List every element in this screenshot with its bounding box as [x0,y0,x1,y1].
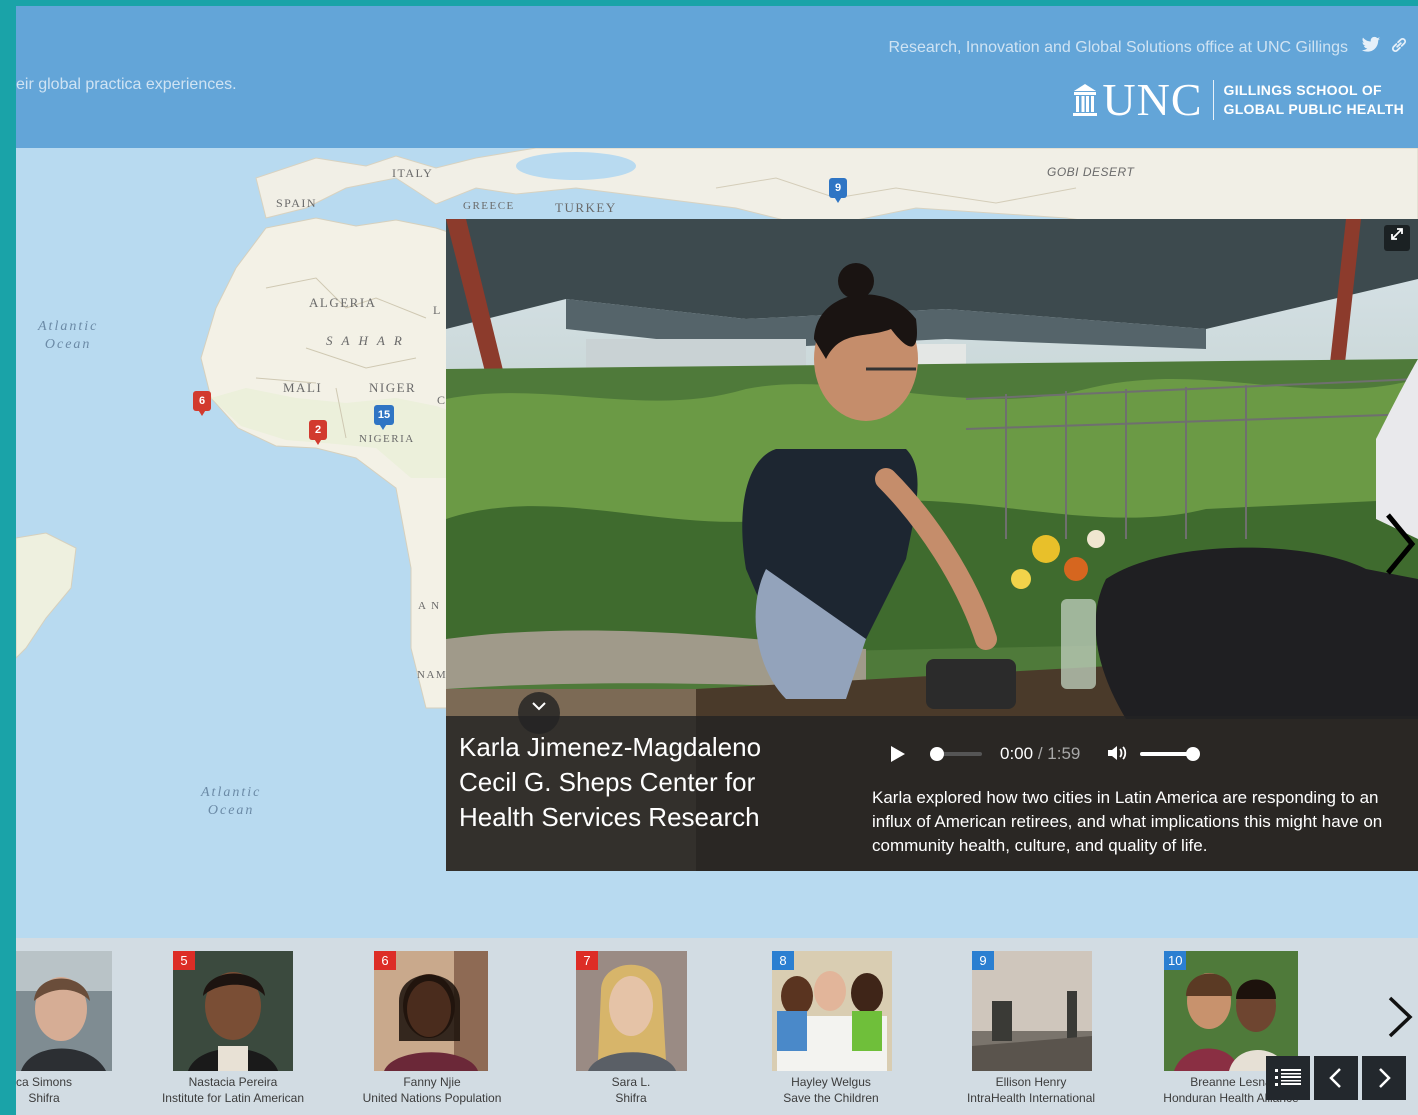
map-label-italy: ITALY [392,166,434,180]
carousel-item[interactable]: ca Simons Shifra [16,951,144,1111]
seek-slider[interactable] [930,747,982,761]
header-org-link[interactable]: Research, Innovation and Global Solution… [888,39,1348,57]
map-pin[interactable]: 6 [193,391,211,417]
map-label-sahara: S A H A R [326,333,405,348]
seek-thumb[interactable] [930,747,944,761]
time-total: 1:59 [1047,744,1081,763]
collapse-caption-button[interactable] [518,692,560,734]
expand-icon[interactable] [1384,225,1410,251]
carousel-item-org: Save the Children [783,1091,879,1105]
chevron-down-icon [531,699,547,717]
ocean-label-north-line1: Atlantic [38,319,99,334]
chevron-right-icon[interactable] [1362,1056,1406,1100]
map-label-mali: MALI [283,380,323,395]
caption-title: Karla Jimenez-Magdaleno Cecil G. Sheps C… [459,730,819,835]
map-pin[interactable]: 2 [309,420,327,446]
carousel-item-name: Hayley Welgus [791,1075,871,1089]
logo-school-line2: GLOBAL PUBLIC HEALTH [1223,101,1404,117]
volume-slider[interactable] [1140,747,1200,761]
carousel-item-name: Fanny Njie [403,1075,461,1089]
time-display: 0:00 / 1:59 [1000,744,1080,764]
ocean-label-north: Atlantic Ocean [38,318,98,354]
map-label-libya: L [433,303,442,317]
time-current: 0:00 [1000,744,1034,763]
carousel-item[interactable]: 8 Hayley Welgus Save the Children [731,951,931,1111]
ocean-label-south-line1: Atlantic [201,785,262,800]
volume-thumb[interactable] [1186,747,1200,761]
carousel-item-name: ca Simons [16,1075,73,1089]
ocean-label-north-line2: Ocean [44,337,92,352]
map-pin-tip [833,195,843,203]
carousel-item[interactable]: 6 Fanny Njie United Nations Population [332,951,532,1111]
chevron-left-icon[interactable] [1314,1056,1358,1100]
carousel-item[interactable]: 9 Ellison Henry IntraHealth Internationa… [931,951,1131,1111]
twitter-icon[interactable] [1360,36,1382,58]
carousel-item-org: Shifra [615,1091,647,1105]
header-subtitle: eir global practica experiences. [16,76,237,93]
map-label-turkey: TURKEY [555,200,617,215]
logo-text: UNC [1102,74,1203,125]
chevron-right-icon[interactable] [1384,994,1414,1040]
map-pin-tip [313,437,323,445]
carousel-item-number: 5 [173,951,195,970]
carousel-item-name: Sara L. [611,1075,651,1089]
map-label-namibia: NAM [417,669,448,681]
caption-line2: Cecil G. Sheps Center for [459,767,756,797]
carousel-item[interactable]: 7 Sara L. Shifra [531,951,731,1111]
map-pin[interactable]: 15 [374,405,394,431]
caption-description: Karla explored how two cities in Latin A… [872,788,1383,855]
old-well-icon [1073,84,1098,116]
unc-gillings-logo[interactable]: UNC GILLINGS SCHOOL OF GLOBAL PUBLIC HEA… [1072,76,1404,124]
carousel-item-org: United Nations Population [362,1091,502,1105]
story-carousel: ca Simons Shifra 5 Nastacia Pereira Inst… [16,938,1418,1115]
map-label-greece: GREECE [463,200,515,212]
map-label-spain: SPAIN [276,196,318,210]
ocean-label-south-line2: Ocean [207,803,255,818]
header: eir global practica experiences. Researc… [16,6,1418,148]
caption-line1: Karla Jimenez-Magdaleno [459,732,762,762]
carousel-item-number: 6 [374,951,396,970]
logo-school-line1: GILLINGS SCHOOL OF [1223,82,1382,98]
carousel-item-number: 7 [576,951,598,970]
ocean-label-south: Atlantic Ocean [201,784,261,820]
media-panel: Karla Jimenez-Magdaleno Cecil G. Sheps C… [446,219,1418,871]
audio-player: 0:00 / 1:59 [888,738,1218,768]
carousel-thumbnail [16,951,112,1071]
time-separator: / [1033,744,1048,763]
chevron-right-icon[interactable] [1378,509,1418,579]
carousel-item[interactable]: 5 Nastacia Pereira Institute for Latin A… [133,951,333,1111]
logo-school-name: GILLINGS SCHOOL OF GLOBAL PUBLIC HEALTH [1224,81,1404,119]
volume-icon[interactable] [1106,743,1128,768]
carousel-item-org: Shifra [28,1091,60,1105]
carousel-item-name: Ellison Henry [995,1075,1067,1089]
logo-mark: UNC [1072,77,1202,123]
map-pin-tip [197,408,207,416]
map-label-angola: A N [418,600,441,612]
carousel-item-number: 8 [772,951,794,970]
carousel-item-org: Institute for Latin American [161,1091,305,1105]
carousel-controls [1266,1056,1406,1100]
carousel-item-name: Nastacia Pereira [188,1075,278,1089]
map-label-algeria: ALGERIA [309,295,377,310]
list-icon[interactable] [1266,1056,1310,1100]
story-map-frame: eir global practica experiences. Researc… [16,6,1418,1115]
link-icon[interactable] [1388,36,1410,58]
carousel-item-number: 10 [1164,951,1187,970]
map-label-nigeria: NIGERIA [359,433,415,445]
play-icon[interactable] [888,744,908,764]
map-label-niger: NIGER [369,380,417,395]
carousel-item-number: 9 [972,951,994,970]
caption-bar: Karla Jimenez-Magdaleno Cecil G. Sheps C… [446,692,1418,871]
carousel-item-org: IntraHealth International [966,1091,1096,1105]
caption-line3: Health Services Research [459,802,760,832]
logo-divider [1212,80,1214,120]
map-pin-tip [378,422,388,430]
map-pin[interactable]: 9 [829,178,847,204]
map-label-gobi: GOBI DESERT [1047,165,1135,179]
